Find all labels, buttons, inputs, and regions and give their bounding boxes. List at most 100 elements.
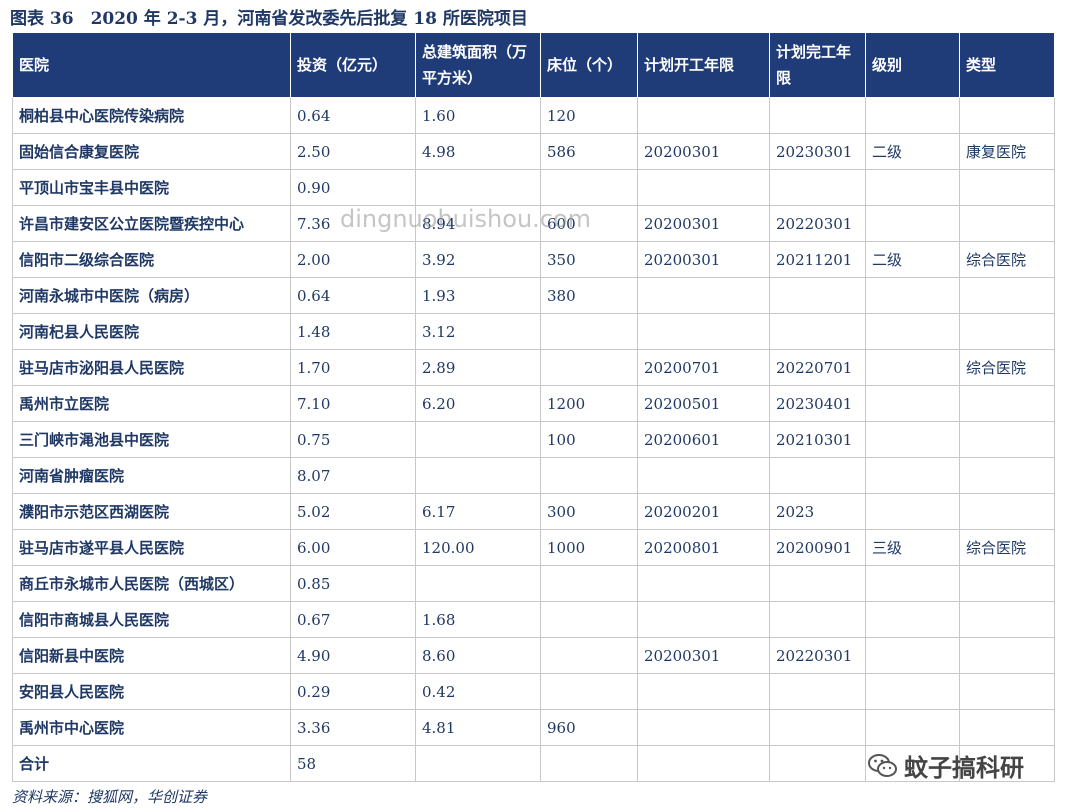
hospital-name-cell: 河南省肿瘤医院 [12, 457, 291, 494]
column-header: 医院 [12, 32, 291, 98]
table-cell [959, 565, 1055, 602]
table-cell: 20200601 [637, 421, 770, 458]
table-cell: 2.89 [415, 349, 541, 386]
hospital-name-cell: 信阳市商城县人民医院 [12, 601, 291, 638]
table-cell: 100 [540, 421, 638, 458]
table-cell [637, 601, 770, 638]
column-header: 投资（亿元） [290, 32, 416, 98]
table-cell: 1.93 [415, 277, 541, 314]
table-cell [769, 709, 866, 746]
table-cell [865, 169, 960, 206]
table-cell: 2.00 [290, 241, 416, 278]
table-cell: 120 [540, 97, 638, 134]
table-cell [865, 493, 960, 530]
hospital-projects-table: 医院 投资（亿元） 总建筑面积（万平方米） 床位（个） 计划开工年限 计划完工年限 级别 类型… [12, 32, 1055, 782]
table-cell [959, 493, 1055, 530]
table-cell [769, 277, 866, 314]
column-header: 床位（个） [540, 32, 638, 98]
table-cell: 综合医院 [959, 241, 1055, 278]
brand-label: 蚊子搞科研 [904, 754, 1024, 782]
table-row: 驻马店市遂平县人民医院 6.00 120.00 1000 20200801 2020090… [12, 529, 1055, 566]
table-cell: 4.98 [415, 133, 541, 170]
table-cell: 二级 [865, 241, 960, 278]
table-cell [865, 277, 960, 314]
table-cell [540, 673, 638, 710]
table-cell [637, 169, 770, 206]
table-cell: 20200801 [637, 529, 770, 566]
table-cell: 960 [540, 709, 638, 746]
table-cell: 0.67 [290, 601, 416, 638]
hospital-name-cell: 信阳市二级综合医院 [12, 241, 291, 278]
table-cell: 20200201 [637, 493, 770, 530]
table-cell [769, 169, 866, 206]
table-cell [415, 421, 541, 458]
table-row: 安阳县人民医院 0.29 0.42 [12, 673, 1055, 710]
hospital-name-cell: 平顶山市宝丰县中医院 [12, 169, 291, 206]
figure-title: 图表 36 2020 年 2-3 月，河南省发改委先后批复 18 所医院项目 [10, 9, 528, 29]
column-header: 计划完工年限 [769, 32, 866, 98]
table-cell [769, 457, 866, 494]
table-cell: 综合医院 [959, 529, 1055, 566]
table-cell [959, 421, 1055, 458]
table-cell: 2023 [769, 493, 866, 530]
table-cell [637, 97, 770, 134]
table-cell: 300 [540, 493, 638, 530]
table-cell [959, 457, 1055, 494]
table-cell [865, 421, 960, 458]
table-cell: 20210301 [769, 421, 866, 458]
table-row: 河南永城市中医院（病房） 0.64 1.93 380 [12, 277, 1055, 314]
table-cell: 0.42 [415, 673, 541, 710]
table-cell [959, 205, 1055, 242]
table-cell: 20230401 [769, 385, 866, 422]
table-row: 信阳市商城县人民医院 0.67 1.68 [12, 601, 1055, 638]
table-cell [540, 169, 638, 206]
table-cell: 4.81 [415, 709, 541, 746]
wechat-icon [868, 753, 897, 777]
table-cell [637, 745, 770, 782]
table-cell: 586 [540, 133, 638, 170]
table-cell [540, 313, 638, 350]
table-cell: 0.64 [290, 97, 416, 134]
table-cell: 20200901 [769, 529, 866, 566]
table-cell: 1000 [540, 529, 638, 566]
table-cell: 二级 [865, 133, 960, 170]
table-cell: 350 [540, 241, 638, 278]
table-cell: 20211201 [769, 241, 866, 278]
table-cell: 600 [540, 205, 638, 242]
table-cell [540, 637, 638, 674]
table-cell: 康复医院 [959, 133, 1055, 170]
table-cell: 58 [290, 745, 416, 782]
table-cell [415, 457, 541, 494]
table-cell: 20200301 [637, 205, 770, 242]
table-cell: 2.50 [290, 133, 416, 170]
brand-badge: 蚊子搞科研 [868, 748, 1024, 783]
table-cell [637, 673, 770, 710]
table-cell: 6.00 [290, 529, 416, 566]
table-cell [637, 565, 770, 602]
hospital-name-cell: 安阳县人民医院 [12, 673, 291, 710]
table-cell [959, 313, 1055, 350]
table-cell [865, 709, 960, 746]
table-cell [540, 745, 638, 782]
table-cell: 1.60 [415, 97, 541, 134]
table-cell [769, 313, 866, 350]
table-row: 驻马店市泌阳县人民医院 1.70 2.89 20200701 20220701 综合医院 [12, 349, 1055, 386]
table-cell [959, 97, 1055, 134]
table-cell [959, 601, 1055, 638]
table-cell: 0.75 [290, 421, 416, 458]
table-cell [637, 457, 770, 494]
hospital-name-cell: 禹州市立医院 [12, 385, 291, 422]
table-cell: 3.12 [415, 313, 541, 350]
hospital-name-cell: 禹州市中心医院 [12, 709, 291, 746]
table-body: 桐柏县中心医院传染病院 0.64 1.60 120 固始信合康复医院 2.50 4.98 58… [12, 97, 1055, 782]
table-cell [769, 673, 866, 710]
table-cell: 0.90 [290, 169, 416, 206]
table-cell: 20200301 [637, 637, 770, 674]
table-cell [769, 601, 866, 638]
table-cell [637, 313, 770, 350]
table-cell [769, 745, 866, 782]
table-cell: 3.36 [290, 709, 416, 746]
table-cell [865, 673, 960, 710]
table-row: 桐柏县中心医院传染病院 0.64 1.60 120 [12, 97, 1055, 134]
table-cell [769, 565, 866, 602]
